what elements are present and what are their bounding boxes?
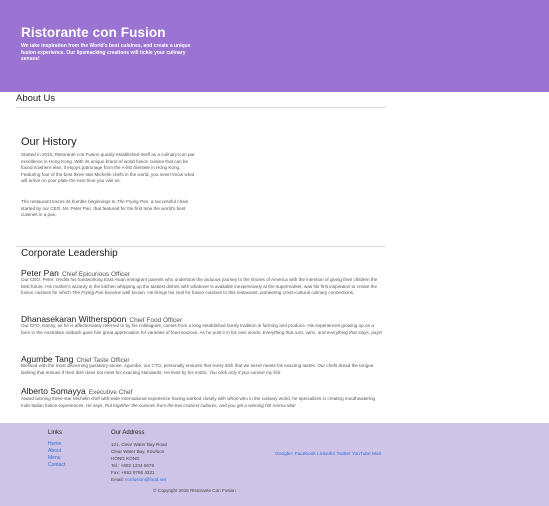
- history-paragraph-2: The restaurant traces its humble beginni…: [21, 199, 189, 218]
- page-title: About Us: [16, 93, 56, 104]
- leader-name: Alberto Somayya: [21, 386, 86, 396]
- footer-link-menu[interactable]: Menu: [48, 455, 65, 462]
- footer-address: 121, Clear Water Bay Road Clear Water Ba…: [111, 441, 167, 483]
- leader-bio: Our CFO, Danny, as he is affectionately …: [21, 323, 383, 335]
- phone-line: Tel.: +852 1234 5678: [111, 463, 155, 468]
- footer-links-heading: Links: [48, 430, 63, 436]
- fax-line: Fax: +852 8765 4321: [111, 470, 155, 475]
- leader-role: Executive Chef: [88, 389, 133, 396]
- footer-links: Home About Menu Contact: [48, 441, 65, 469]
- section-divider: [16, 246, 386, 247]
- history-heading: Our History: [21, 136, 77, 148]
- email-label: Email:: [111, 477, 126, 482]
- leader-bio: Blessed with the most discerning gustato…: [21, 363, 374, 375]
- footer-address-heading: Our Address: [111, 430, 145, 436]
- brand-title: Ristorante con Fusion: [21, 25, 166, 40]
- address-line: 121, Clear Water Bay Road: [111, 442, 168, 447]
- jumbotron-header: Ristorante con Fusion We take inspiratio…: [0, 0, 549, 92]
- leader-bio: Award winning three-star Michelin chef w…: [21, 396, 376, 408]
- social-links[interactable]: Google+ Facebook LinkedIn Twitter YouTub…: [272, 452, 384, 459]
- brand-tagline: We take inspiration from the World's bes…: [21, 43, 191, 62]
- address-line: HONG KONG: [111, 456, 140, 461]
- email-link[interactable]: confusion@food.net: [125, 477, 166, 482]
- history-paragraph-1: Started in 2010, Ristorante con Fusion q…: [21, 152, 195, 184]
- footer-link-about[interactable]: About: [48, 448, 65, 455]
- title-divider: [16, 107, 386, 108]
- leadership-heading: Corporate Leadership: [21, 248, 118, 259]
- footer-link-home[interactable]: Home: [48, 441, 65, 448]
- leader-bio: Our CEO, Peter, credits his hardworking …: [21, 277, 378, 296]
- address-line: Clear Water Bay, Kowloon: [111, 449, 165, 454]
- site-footer: [0, 423, 549, 506]
- footer-link-contact[interactable]: Contact: [48, 462, 65, 469]
- copyright: © Copyright 2016 Ristorante Con Fusion: [153, 488, 236, 493]
